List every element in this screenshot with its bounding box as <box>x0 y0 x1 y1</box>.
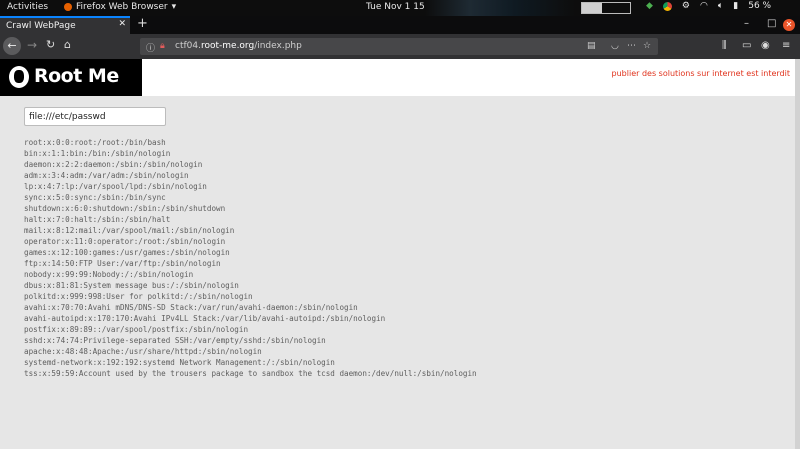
volume-icon[interactable]: 🔈︎ <box>718 1 723 11</box>
window-close-icon[interactable]: ✕ <box>783 19 795 31</box>
output-line: lp:x:4:7:lp:/var/spool/lpd:/sbin/nologin <box>24 182 207 191</box>
output-line: apache:x:48:48:Apache:/usr/share/httpd:/… <box>24 347 262 356</box>
shield-icon[interactable]: ◆ <box>646 1 653 11</box>
url-bar[interactable]: ⓘ 🔒︎ ctf04.root-me.org/index.php ▤ ◡ ⋯ ☆ <box>140 38 658 55</box>
page-actions-icon[interactable]: ⋯ <box>627 41 636 51</box>
passwd-output: root:x:0:0:root:/root:/bin/bash bin:x:1:1… <box>24 137 477 379</box>
skull-icon <box>9 66 29 88</box>
system-top-bar: Activities Firefox Web Browser ▾ Tue Nov… <box>0 0 800 16</box>
output-line: systemd-network:x:192:192:systemd Networ… <box>24 358 335 367</box>
output-line: sshd:x:74:74:Privilege-separated SSH:/va… <box>24 336 326 345</box>
settings-icon[interactable]: ⚙ <box>682 1 690 11</box>
output-line: adm:x:3:4:adm:/var/adm:/sbin/nologin <box>24 171 189 180</box>
chrome-icon[interactable] <box>662 1 672 11</box>
site-header: Root Me publier des solutions sur intern… <box>0 59 795 96</box>
output-line: root:x:0:0:root:/root:/bin/bash <box>24 138 166 147</box>
account-icon[interactable]: ◉ <box>761 40 770 51</box>
forward-icon[interactable]: → <box>27 38 37 52</box>
root-me-logo[interactable]: Root Me <box>0 59 142 96</box>
home-icon[interactable]: ⌂ <box>64 38 71 51</box>
scrollbar[interactable] <box>795 59 800 449</box>
app-menu-label: Firefox Web Browser <box>76 2 168 12</box>
output-line: ftp:x:14:50:FTP User:/var/ftp:/sbin/nolo… <box>24 259 221 268</box>
close-tab-icon[interactable]: ✕ <box>118 19 126 29</box>
reader-view-icon[interactable]: ▤ <box>587 41 596 51</box>
url-text[interactable]: ctf04.root-me.org/index.php <box>175 41 302 51</box>
new-tab-icon[interactable]: + <box>137 16 148 31</box>
output-line: dbus:x:81:81:System message bus:/:/sbin/… <box>24 281 239 290</box>
indicator-widget[interactable] <box>581 2 631 14</box>
logo-text: Root Me <box>34 65 119 87</box>
output-line: daemon:x:2:2:daemon:/sbin:/sbin/nologin <box>24 160 203 169</box>
output-line: shutdown:x:6:0:shutdown:/sbin:/sbin/shut… <box>24 204 226 213</box>
file-url-input[interactable] <box>24 107 166 126</box>
maximize-icon[interactable]: □ <box>767 18 776 29</box>
tab-crawl-webpage[interactable]: Crawl WebPage ✕ <box>0 16 130 34</box>
tab-label: Crawl WebPage <box>6 21 76 31</box>
output-line: tss:x:59:59:Account used by the trousers… <box>24 369 477 378</box>
sidebar-icon[interactable]: ▭ <box>742 40 751 51</box>
minimize-icon[interactable]: – <box>744 18 749 29</box>
caret-down-icon: ▾ <box>171 2 177 12</box>
activities-button[interactable]: Activities <box>7 2 48 12</box>
output-line: games:x:12:100:games:/usr/games:/sbin/no… <box>24 248 230 257</box>
library-icon[interactable]: ⫼ <box>722 40 727 51</box>
tab-strip: Crawl WebPage ✕ + – □ <box>0 16 800 34</box>
output-line: polkitd:x:999:998:User for polkitd:/:/sb… <box>24 292 253 301</box>
bookmark-star-icon[interactable]: ☆ <box>643 41 651 51</box>
output-line: halt:x:7:0:halt:/sbin:/sbin/halt <box>24 215 171 224</box>
insecure-lock-icon[interactable]: 🔒︎ <box>160 41 165 51</box>
output-line: sync:x:5:0:sync:/sbin:/bin/sync <box>24 193 166 202</box>
wifi-icon[interactable]: ◠ <box>700 1 708 11</box>
reload-icon[interactable]: ↻ <box>46 38 55 51</box>
output-line: nobody:x:99:99:Nobody:/:/sbin/nologin <box>24 270 194 279</box>
pocket-icon[interactable]: ◡ <box>611 41 619 51</box>
output-line: avahi-autoipd:x:170:170:Avahi IPv4LL Sta… <box>24 314 386 323</box>
app-menu[interactable]: Firefox Web Browser ▾ <box>64 2 176 12</box>
notice-text: publier des solutions sur internet est i… <box>611 69 790 78</box>
output-line: mail:x:8:12:mail:/var/spool/mail:/sbin/n… <box>24 226 235 235</box>
output-line: bin:x:1:1:bin:/bin:/sbin/nologin <box>24 149 171 158</box>
system-tray[interactable]: ◆ ⚙ ◠ 🔈︎ ▮ 56 % <box>646 1 771 11</box>
wallpaper-strip <box>425 0 575 16</box>
page-content: Root Me publier des solutions sur intern… <box>0 59 800 449</box>
battery-icon[interactable]: ▮ <box>733 1 738 11</box>
output-line: operator:x:11:0:operator:/root:/sbin/nol… <box>24 237 226 246</box>
output-line: postfix:x:89:89::/var/spool/postfix:/sbi… <box>24 325 249 334</box>
menu-icon[interactable]: ≡ <box>782 40 790 51</box>
back-icon[interactable]: ← <box>3 37 21 55</box>
battery-percent[interactable]: 56 % <box>748 1 771 11</box>
output-line: avahi:x:70:70:Avahi mDNS/DNS-SD Stack:/v… <box>24 303 358 312</box>
info-icon[interactable]: ⓘ <box>146 41 155 54</box>
firefox-icon <box>64 3 72 11</box>
